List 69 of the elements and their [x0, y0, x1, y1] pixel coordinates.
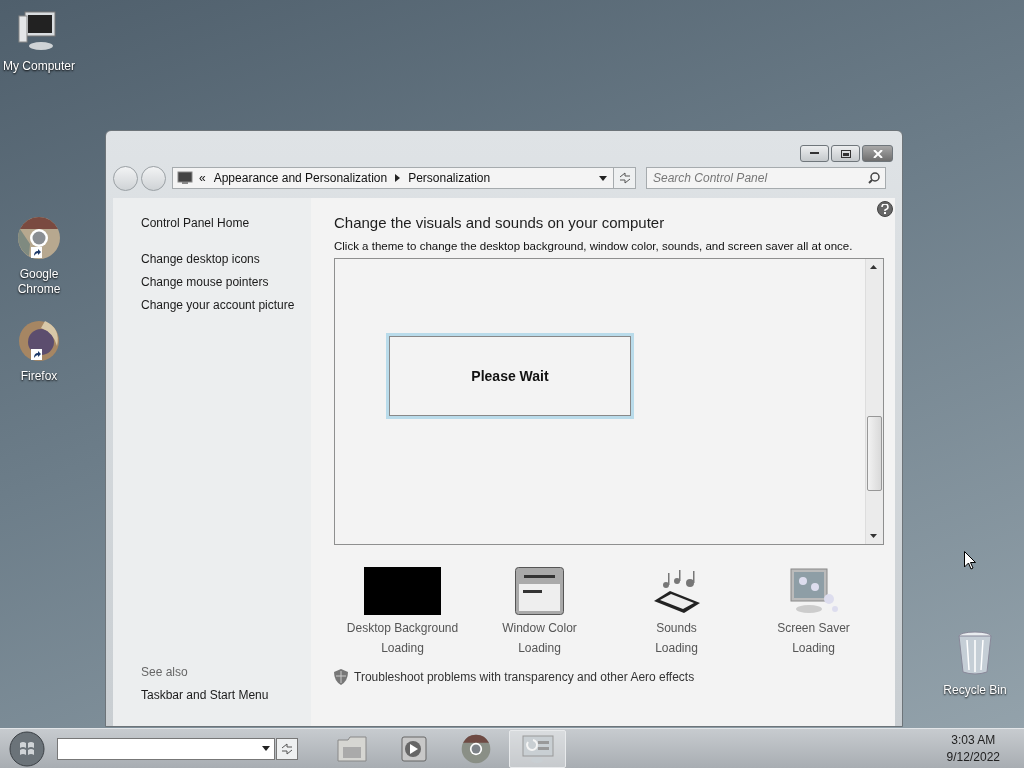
- personalization-setting[interactable]: Screen Saver Loading: [745, 565, 882, 655]
- sidebar-link[interactable]: Change your account picture: [141, 294, 311, 317]
- question-mark-icon: [881, 204, 889, 214]
- shield-icon: [334, 669, 348, 685]
- chevron-icon: [395, 174, 401, 182]
- play-icon: [400, 735, 427, 762]
- troubleshoot-link[interactable]: Troubleshoot problems with transparency and other Aero effects: [334, 669, 884, 685]
- setting-label: Window Color: [502, 621, 577, 635]
- go-button[interactable]: [276, 737, 298, 760]
- shortcut-arrow-icon: [31, 247, 42, 258]
- recycle-bin-icon: [955, 630, 995, 676]
- sidebar-link[interactable]: Change mouse pointers: [141, 271, 311, 294]
- personalization-setting[interactable]: Sounds Loading: [608, 565, 745, 655]
- chrome-icon: [460, 733, 491, 764]
- breadcrumb-overflow[interactable]: «: [199, 171, 206, 185]
- setting-status: Loading: [792, 641, 835, 655]
- sidebar-link[interactable]: Change desktop icons: [141, 248, 311, 271]
- troubleshoot-text[interactable]: Troubleshoot problems with transparency and other Aero effects: [354, 670, 695, 684]
- desktop-icon-label[interactable]: Google Chrome: [0, 267, 79, 297]
- folder-icon: [335, 733, 368, 764]
- personalization-setting[interactable]: Desktop Background Loading: [334, 565, 471, 655]
- sidebar-link[interactable]: Taskbar and Start Menu: [141, 684, 311, 707]
- sidebar-link[interactable]: Control Panel Home: [141, 212, 311, 235]
- page-description: Click a theme to change the desktop background, window color, sounds, and screen saver all at once.: [334, 240, 854, 252]
- setting-status: Loading: [381, 641, 424, 655]
- scroll-up-icon[interactable]: [870, 265, 877, 269]
- setting-status: Loading: [518, 641, 561, 655]
- scroll-down-icon[interactable]: [870, 534, 877, 538]
- see-also-heading: See also: [141, 664, 189, 681]
- personalization-setting[interactable]: Window Color Loading: [471, 565, 608, 655]
- breadcrumb[interactable]: Appearance and Personalization: [213, 171, 388, 185]
- setting-label: Screen Saver: [777, 621, 850, 635]
- setting-label: Desktop Background: [346, 621, 459, 635]
- minimize-icon: [810, 152, 819, 155]
- maximize-button[interactable]: [831, 145, 860, 162]
- close-icon: [872, 149, 883, 158]
- address-field[interactable]: [57, 737, 275, 760]
- clock[interactable]: 3:03 AM 9/12/2022: [946, 731, 1016, 766]
- setting-label: Sounds: [656, 621, 697, 635]
- breadcrumb[interactable]: Personalization: [408, 171, 491, 185]
- desktop-icon-label[interactable]: My Computer: [0, 59, 79, 74]
- window-color-icon: [515, 567, 564, 615]
- start-button[interactable]: [8, 729, 46, 768]
- please-wait-dialog: Please Wait: [386, 333, 634, 419]
- help-button[interactable]: [877, 201, 893, 217]
- search-icon: [868, 172, 880, 184]
- search-field[interactable]: Search Control Panel: [646, 167, 886, 189]
- setting-status: Loading: [655, 641, 698, 655]
- scrollbar[interactable]: [865, 259, 883, 544]
- refresh-icon: [280, 742, 294, 755]
- clock-time: 3:03 AM: [951, 731, 996, 749]
- chrome-icon: [17, 216, 61, 260]
- firefox-icon: [17, 318, 61, 362]
- maximize-icon: [840, 149, 851, 158]
- monitor-bubbles-icon: [788, 567, 839, 615]
- shortcut-arrow-icon: [31, 349, 42, 360]
- clock-date: 9/12/2022: [946, 748, 1000, 766]
- monitor-icon: [177, 171, 193, 185]
- desktop-icon-label[interactable]: Firefox: [0, 369, 79, 384]
- dropdown-icon[interactable]: [262, 746, 270, 751]
- refresh-button[interactable]: [614, 167, 636, 189]
- minimize-button[interactable]: [800, 145, 829, 162]
- address-bar[interactable]: « Appearance and Personalization Personalization: [172, 167, 614, 189]
- scrollbar-thumb[interactable]: [867, 416, 882, 491]
- page-title: Change the visuals and sounds on your computer: [334, 214, 666, 231]
- close-button[interactable]: [862, 145, 893, 162]
- dropdown-icon[interactable]: [599, 175, 607, 181]
- refresh-icon: [617, 172, 632, 184]
- mouse-cursor-icon: [964, 551, 976, 570]
